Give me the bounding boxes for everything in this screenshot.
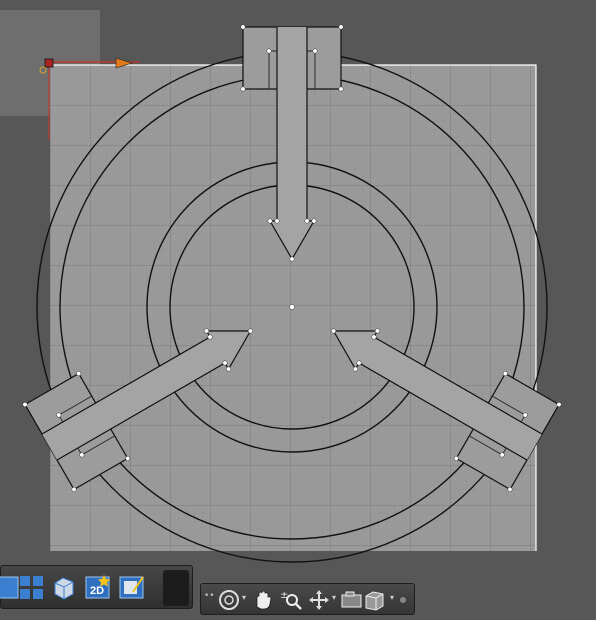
orbit-icon[interactable] [215, 587, 243, 613]
drawing-canvas[interactable] [0, 0, 596, 620]
toolbar-handle[interactable] [400, 597, 406, 603]
grip-point[interactable] [304, 218, 310, 224]
2d-view-icon[interactable]: 2D [83, 573, 112, 602]
drawing-viewport[interactable]: 2D •• ± ▾ ▾ ▾ [0, 0, 596, 620]
render-view-icon[interactable] [117, 573, 146, 602]
grip-point[interactable] [267, 218, 273, 224]
zoom-icon[interactable]: ± [278, 587, 306, 613]
dropdown-arrow-icon[interactable]: ▾ [331, 593, 337, 603]
origin-marker[interactable] [44, 58, 54, 68]
center-point[interactable] [289, 304, 295, 310]
view-cube-icon[interactable] [361, 587, 389, 613]
move-icon[interactable] [305, 587, 333, 613]
dropdown-arrow-icon[interactable]: ▾ [389, 593, 395, 603]
grip-point[interactable] [338, 86, 344, 92]
toolbar-grip[interactable]: •• [204, 592, 215, 607]
3d-view-icon[interactable] [49, 573, 78, 602]
toolbar-panel-edge [163, 570, 189, 606]
grip-point[interactable] [240, 86, 246, 92]
grip-point[interactable] [289, 256, 295, 262]
pan-icon[interactable] [249, 587, 277, 613]
arrow-top-shape[interactable] [268, 27, 316, 261]
svg-text:2D: 2D [90, 585, 104, 597]
dropdown-arrow-icon[interactable]: ▾ [241, 593, 247, 603]
grip-point[interactable] [274, 218, 280, 224]
navigation-toolbar: •• ± ▾ ▾ ▾ [200, 583, 415, 615]
grip-point[interactable] [338, 24, 344, 30]
grip-point[interactable] [240, 24, 246, 30]
grip-point[interactable] [312, 48, 318, 54]
quad-view-icon[interactable] [17, 573, 46, 602]
grip-point[interactable] [311, 218, 317, 224]
view-toolbar: 2D [0, 565, 193, 609]
grip-point[interactable] [266, 48, 272, 54]
